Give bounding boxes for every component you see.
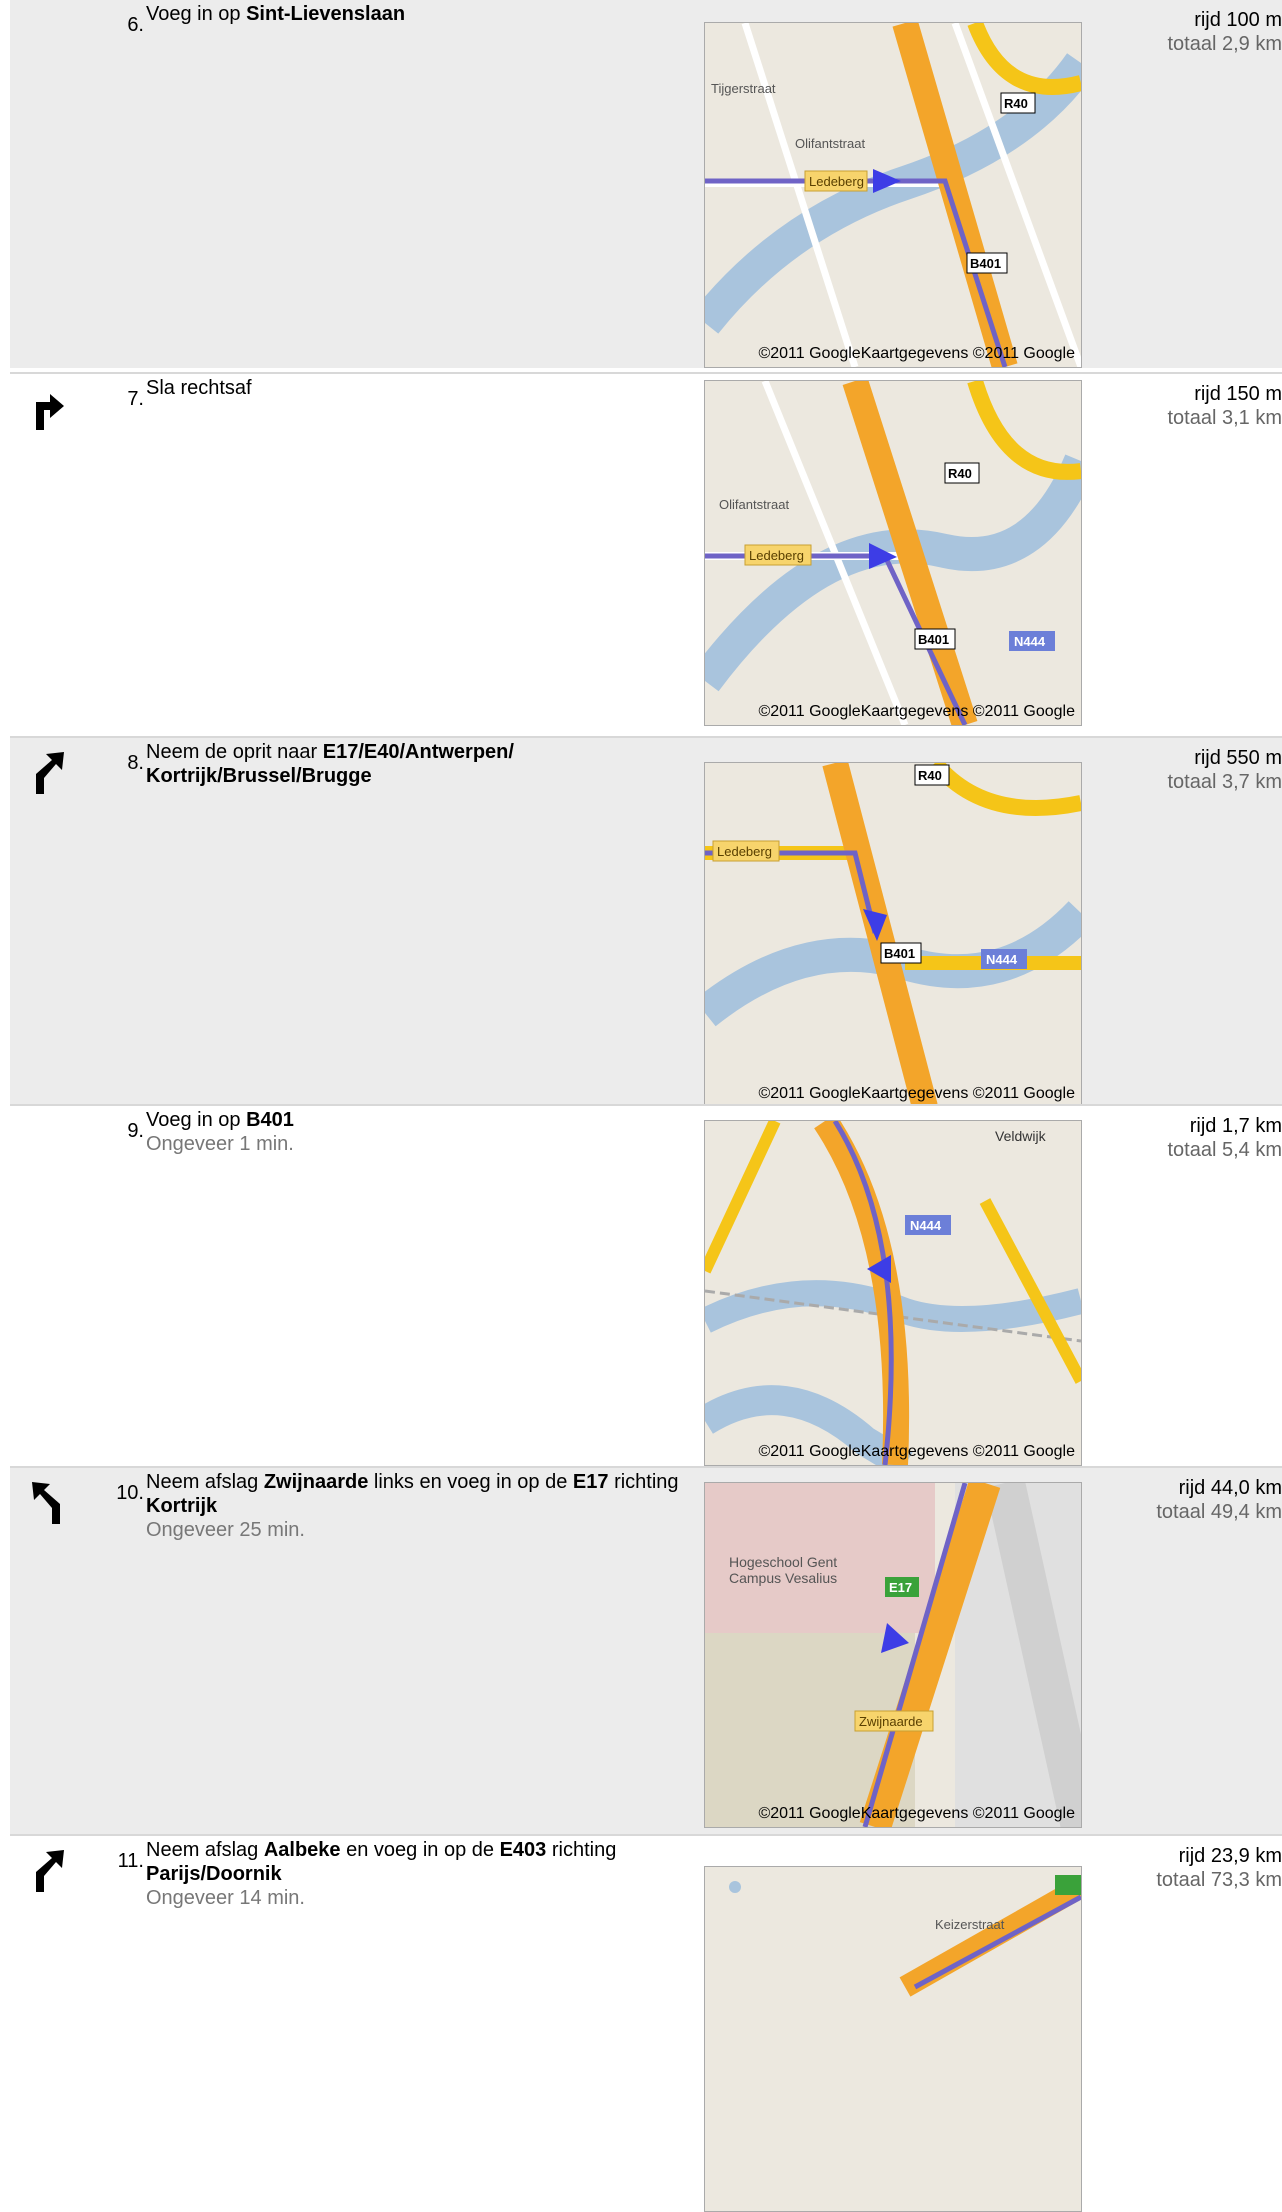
instruction-road: Zwijnaarde xyxy=(263,1471,369,1493)
drive-distance: rijd 150 m xyxy=(1194,383,1282,405)
instruction-text: links en voeg in op de xyxy=(368,1471,573,1493)
slight-right-icon xyxy=(36,1850,64,1892)
slight-left-icon xyxy=(32,1482,60,1524)
step-duration: Ongeveer 25 min. xyxy=(146,1519,305,1541)
instruction-road: Parijs/Doornik xyxy=(146,1863,282,1885)
svg-text:B401: B401 xyxy=(918,632,949,647)
step-number: 11. xyxy=(117,1850,144,1872)
step-number: 7. xyxy=(127,388,144,410)
svg-text:R40: R40 xyxy=(1004,96,1028,111)
map-graphic: Ledeberg R40 B401 N444 xyxy=(705,763,1081,1107)
step-map[interactable]: E17 Zwijnaarde Hogeschool Gent Campus Ve… xyxy=(704,1482,1082,1828)
total-distance: totaal 3,1 km xyxy=(1167,407,1282,429)
step-instruction: Neem de oprit naar E17/E40/Antwerpen/ Ko… xyxy=(146,740,694,788)
step-number: 8. xyxy=(127,752,144,774)
total-distance: totaal 2,9 km xyxy=(1167,33,1282,55)
instruction-text: en voeg in op de xyxy=(340,1839,500,1861)
slight-right-icon xyxy=(36,752,64,794)
svg-text:Hogeschool Gent: Hogeschool Gent xyxy=(729,1554,837,1570)
direction-step[interactable]: 10. Neem afslag Zwijnaarde links en voeg… xyxy=(10,1466,1282,1836)
step-distance: rijd 44,0 km totaal 49,4 km xyxy=(1100,1476,1282,1524)
map-copyright: ©2011 GoogleKaartgegevens ©2011 Google xyxy=(758,703,1075,720)
step-number: 9. xyxy=(127,1120,144,1142)
map-graphic: Ledeberg R40 B401 Tijgerstraat Olifantst… xyxy=(705,23,1081,367)
total-distance: totaal 73,3 km xyxy=(1156,1869,1282,1891)
direction-step[interactable]: 6. Voeg in op Sint-Lievenslaan Ledeberg … xyxy=(10,0,1282,368)
map-graphic: E17 Zwijnaarde Hogeschool Gent Campus Ve… xyxy=(705,1483,1081,1827)
step-map[interactable]: Ledeberg R40 B401 N444 Olifantstraat ©20… xyxy=(704,380,1082,726)
drive-distance: rijd 100 m xyxy=(1194,9,1282,31)
svg-text:E17: E17 xyxy=(889,1580,912,1595)
step-map[interactable]: Keizerstraat xyxy=(704,1866,1082,2212)
map-graphic: N444 Veldwijk xyxy=(705,1121,1081,1465)
instruction-text: richting xyxy=(546,1839,617,1861)
step-instruction: Sla rechtsaf xyxy=(146,376,694,400)
step-number: 10. xyxy=(116,1482,144,1504)
svg-text:Campus Vesalius: Campus Vesalius xyxy=(729,1570,837,1586)
direction-step[interactable]: 7. Sla rechtsaf Ledeberg R40 B401 N444 O… xyxy=(10,372,1282,726)
total-distance: totaal 5,4 km xyxy=(1167,1139,1282,1161)
map-graphic: Ledeberg R40 B401 N444 Olifantstraat xyxy=(705,381,1081,725)
instruction-road: E17 xyxy=(572,1471,609,1493)
map-copyright: ©2011 GoogleKaartgegevens ©2011 Google xyxy=(758,345,1075,362)
instruction-text: Voeg in op xyxy=(146,1109,247,1131)
map-copyright: ©2011 GoogleKaartgegevens ©2011 Google xyxy=(758,1443,1075,1460)
step-number: 6. xyxy=(127,14,144,36)
step-instruction: Neem afslag Zwijnaarde links en voeg in … xyxy=(146,1470,694,1542)
step-distance: rijd 100 m totaal 2,9 km xyxy=(1100,8,1282,56)
svg-text:Tijgerstraat: Tijgerstraat xyxy=(711,81,776,96)
map-copyright: ©2011 GoogleKaartgegevens ©2011 Google xyxy=(758,1805,1075,1822)
svg-text:R40: R40 xyxy=(918,768,942,783)
map-graphic: Keizerstraat xyxy=(729,1875,1081,1997)
drive-distance: rijd 1,7 km xyxy=(1189,1115,1282,1137)
instruction-text: Neem afslag xyxy=(146,1839,264,1861)
instruction-text: Sla rechtsaf xyxy=(146,377,252,399)
svg-text:R40: R40 xyxy=(948,466,972,481)
instruction-road: Sint-Lievenslaan xyxy=(246,3,406,25)
svg-text:Zwijnaarde: Zwijnaarde xyxy=(859,1714,923,1729)
map-label: Ledeberg xyxy=(809,174,864,189)
map-copyright: ©2011 GoogleKaartgegevens ©2011 Google xyxy=(758,1085,1075,1102)
drive-distance: rijd 44,0 km xyxy=(1178,1477,1282,1499)
step-distance: rijd 150 m totaal 3,1 km xyxy=(1100,382,1282,430)
step-distance: rijd 1,7 km totaal 5,4 km xyxy=(1100,1114,1282,1162)
instruction-road: Kortrijk xyxy=(146,1495,218,1517)
step-duration: Ongeveer 14 min. xyxy=(146,1887,305,1909)
instruction-text: Neem de oprit naar xyxy=(146,741,323,763)
svg-text:Ledeberg: Ledeberg xyxy=(749,548,804,563)
total-distance: totaal 3,7 km xyxy=(1167,771,1282,793)
step-distance: rijd 23,9 km totaal 73,3 km xyxy=(1100,1844,1282,1892)
svg-text:N444: N444 xyxy=(1014,634,1046,649)
instruction-road: B401 xyxy=(246,1109,294,1131)
svg-text:B401: B401 xyxy=(884,946,915,961)
instruction-text: richting xyxy=(608,1471,679,1493)
step-distance: rijd 550 m totaal 3,7 km xyxy=(1100,746,1282,794)
right-turn-icon xyxy=(36,394,64,430)
svg-text:N444: N444 xyxy=(910,1218,942,1233)
svg-text:Olifantstraat: Olifantstraat xyxy=(795,136,865,151)
svg-text:Ledeberg: Ledeberg xyxy=(717,844,772,859)
svg-text:N444: N444 xyxy=(986,952,1018,967)
step-instruction: Neem afslag Aalbeke en voeg in op de E40… xyxy=(146,1838,694,1910)
drive-distance: rijd 23,9 km xyxy=(1178,1845,1282,1867)
direction-step[interactable]: 11. Neem afslag Aalbeke en voeg in op de… xyxy=(10,1834,1282,2212)
svg-text:Veldwijk: Veldwijk xyxy=(995,1128,1047,1144)
direction-step[interactable]: 9. Voeg in op B401 Ongeveer 1 min. N444 … xyxy=(10,1104,1282,1468)
instruction-road: E403 xyxy=(499,1839,547,1861)
instruction-text: Voeg in op xyxy=(146,3,247,25)
step-map[interactable]: Ledeberg R40 B401 Tijgerstraat Olifantst… xyxy=(704,22,1082,368)
svg-text:B401: B401 xyxy=(970,256,1001,271)
svg-text:Keizerstraat: Keizerstraat xyxy=(935,1917,1005,1932)
step-map[interactable]: Ledeberg R40 B401 N444 ©2011 GoogleKaart… xyxy=(704,762,1082,1108)
instruction-road: Aalbeke xyxy=(263,1839,341,1861)
step-instruction: Voeg in op Sint-Lievenslaan xyxy=(146,2,694,26)
step-instruction: Voeg in op B401 Ongeveer 1 min. xyxy=(146,1108,694,1156)
direction-step[interactable]: 8. Neem de oprit naar E17/E40/Antwerpen/… xyxy=(10,736,1282,1108)
svg-text:Olifantstraat: Olifantstraat xyxy=(719,497,789,512)
step-duration: Ongeveer 1 min. xyxy=(146,1133,294,1155)
instruction-text: Neem afslag xyxy=(146,1471,264,1493)
total-distance: totaal 49,4 km xyxy=(1156,1501,1282,1523)
step-map[interactable]: N444 Veldwijk ©2011 GoogleKaartgegevens … xyxy=(704,1120,1082,1466)
drive-distance: rijd 550 m xyxy=(1194,747,1282,769)
